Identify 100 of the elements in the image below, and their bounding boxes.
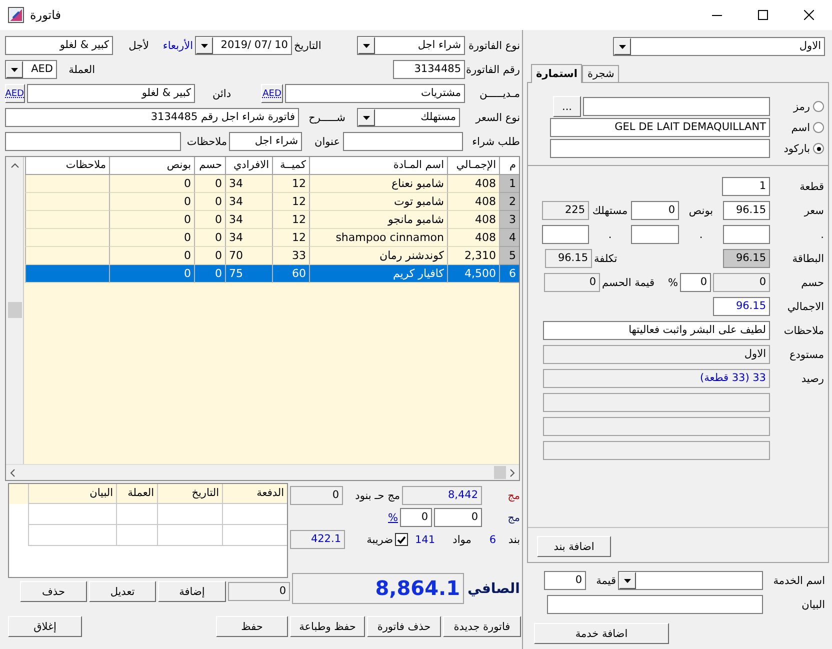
text-field[interactable] <box>5 132 181 151</box>
dropdown-button[interactable] <box>196 37 213 54</box>
close-icon[interactable] <box>804 10 814 20</box>
add-service-button[interactable]: اضافة خدمة <box>534 623 669 644</box>
browse-button[interactable]: ... <box>553 96 581 117</box>
text-field[interactable]: GEL DE LAIT DEMAQUILLANT <box>550 118 770 137</box>
column-header[interactable]: كميــة <box>272 157 309 175</box>
empty-cell[interactable] <box>25 175 109 193</box>
dropdown-field[interactable]: الاول <box>613 37 825 56</box>
table-cell[interactable]: 0 <box>194 175 225 193</box>
text-field[interactable]: 96.15 <box>545 249 592 268</box>
text-field[interactable] <box>723 225 770 244</box>
dropdown-button[interactable] <box>619 572 636 589</box>
text-field[interactable] <box>583 97 770 116</box>
text-field[interactable]: 33 (33 قطعة) <box>543 369 770 388</box>
empty-cell[interactable] <box>25 229 109 247</box>
text-field[interactable]: 96.15 <box>713 297 770 316</box>
text-field[interactable]: 96.15 <box>723 249 770 268</box>
table-cell[interactable]: 12 <box>272 211 309 229</box>
empty-cell[interactable] <box>116 504 157 525</box>
table-cell[interactable]: 60 <box>272 265 309 283</box>
text-field[interactable] <box>543 441 770 460</box>
table-cell[interactable]: 0 <box>109 193 194 211</box>
text-field[interactable]: 225 <box>542 201 589 220</box>
tab[interactable]: شجرة <box>582 65 620 82</box>
table-cell[interactable]: كافيار كريم <box>309 265 447 283</box>
radio-button[interactable] <box>813 143 824 154</box>
text-field[interactable] <box>631 225 679 244</box>
table-cell[interactable]: 0 <box>109 229 194 247</box>
text-field[interactable]: كبير & لغلو <box>5 36 113 55</box>
text-field[interactable]: 3134485 <box>393 60 465 79</box>
table-cell[interactable]: 12 <box>272 193 309 211</box>
empty-cell[interactable] <box>25 193 109 211</box>
text-field[interactable]: 0 <box>434 508 482 527</box>
text-field[interactable]: كبير & لغلو <box>27 84 195 103</box>
empty-cell[interactable] <box>157 504 222 525</box>
table-cell[interactable]: 0 <box>109 265 194 283</box>
delete-button[interactable]: حذف <box>20 581 87 602</box>
table-cell[interactable]: 34 <box>225 229 272 247</box>
text-field[interactable] <box>343 132 463 151</box>
text-field[interactable] <box>547 595 763 614</box>
text-field[interactable]: الاول <box>543 345 770 364</box>
text-field[interactable]: 422.1 <box>290 530 345 549</box>
empty-cell[interactable] <box>116 525 157 546</box>
save-print-button[interactable]: حفظ وطباعة <box>290 616 365 637</box>
text-field[interactable]: شراء اجل <box>229 132 302 151</box>
table-cell[interactable]: 34 <box>225 175 272 193</box>
row-number[interactable]: 5 <box>499 247 519 265</box>
scroll-left-icon[interactable] <box>10 468 15 476</box>
maximize-icon[interactable] <box>758 10 768 20</box>
table-cell[interactable]: 0 <box>194 211 225 229</box>
column-header[interactable]: اسم المـادة <box>309 157 447 175</box>
column-header[interactable]: بونص <box>109 157 194 175</box>
table-cell[interactable]: 4,500 <box>447 265 499 283</box>
text-field[interactable]: 0 <box>400 508 432 527</box>
row-number[interactable]: 4 <box>499 229 519 247</box>
table-cell[interactable]: 0 <box>194 265 225 283</box>
text-field[interactable]: 0 <box>228 582 290 601</box>
column-header[interactable]: الإجمـالي <box>447 157 499 175</box>
column-header[interactable]: البيان <box>28 484 116 504</box>
add-button[interactable]: إضافة <box>158 581 226 602</box>
table-cell[interactable]: 75 <box>225 265 272 283</box>
empty-cell[interactable] <box>28 525 116 546</box>
scroll-thumb[interactable] <box>8 302 22 318</box>
text-field[interactable] <box>543 417 770 436</box>
empty-cell[interactable] <box>157 525 222 546</box>
radio-option[interactable]: اسم <box>772 122 824 134</box>
currency-button[interactable]: AED <box>5 84 25 103</box>
delete-invoice-button[interactable]: حذف فاتورة <box>367 616 441 637</box>
table-cell[interactable]: 408 <box>447 175 499 193</box>
currency-button[interactable]: AED <box>261 84 283 103</box>
new-invoice-button[interactable]: فاتورة جديدة <box>443 616 521 637</box>
text-field[interactable]: 0 <box>680 273 711 292</box>
column-header[interactable]: ملاحظات <box>25 157 109 175</box>
vertical-scrollbar[interactable] <box>6 157 24 464</box>
column-header[interactable]: التاريخ <box>157 484 222 504</box>
column-header[interactable]: الافرادي <box>225 157 272 175</box>
row-number[interactable]: 3 <box>499 211 519 229</box>
table-cell[interactable]: 34 <box>225 211 272 229</box>
table-cell[interactable]: 12 <box>272 175 309 193</box>
table-cell[interactable]: 0 <box>194 193 225 211</box>
percent-link[interactable]: % <box>388 512 398 524</box>
dropdown-button[interactable] <box>358 37 375 54</box>
dropdown-button[interactable] <box>358 109 375 126</box>
save-button[interactable]: حفظ <box>216 616 288 637</box>
text-field[interactable]: 1 <box>722 177 770 196</box>
radio-option[interactable]: رمز <box>772 100 824 112</box>
edit-button[interactable]: تعديل <box>89 581 156 602</box>
text-field[interactable]: 8,442 <box>402 486 482 505</box>
table-cell[interactable]: 0 <box>109 175 194 193</box>
column-header[interactable]: العملة <box>116 484 157 504</box>
tab[interactable]: استمارة <box>531 64 582 83</box>
radio-button[interactable] <box>813 101 824 112</box>
dropdown-field[interactable]: AED <box>5 60 57 79</box>
row-number[interactable]: 1 <box>499 175 519 193</box>
empty-cell[interactable] <box>28 504 116 525</box>
table-cell[interactable]: 34 <box>225 193 272 211</box>
text-field[interactable]: لطيف على البشر واثبت فعاليتها <box>543 321 770 340</box>
text-field[interactable]: مشتريات <box>285 84 465 103</box>
text-field[interactable]: 0 <box>544 273 600 292</box>
